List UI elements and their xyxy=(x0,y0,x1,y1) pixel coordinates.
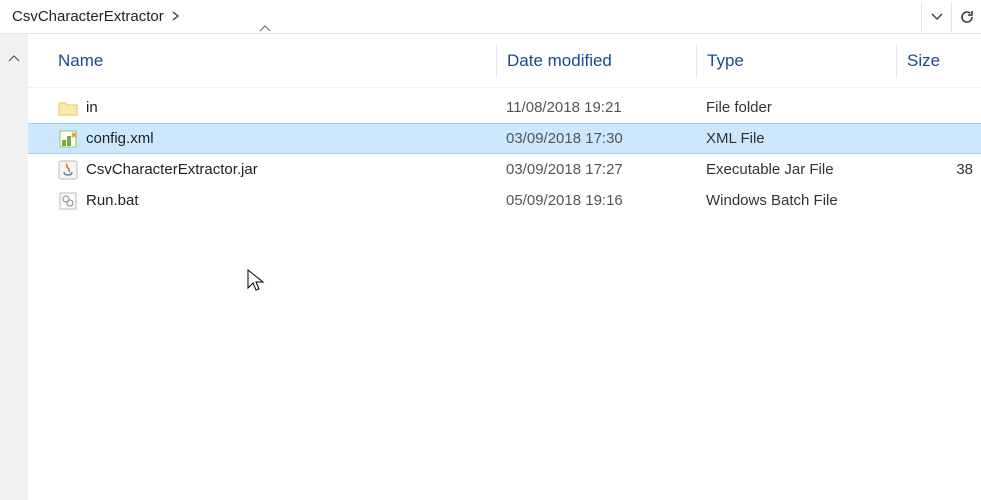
column-headers: Name Date modified Type Size xyxy=(28,34,981,88)
file-name: in xyxy=(86,99,98,116)
xml-icon xyxy=(58,129,78,149)
sort-ascending-icon xyxy=(258,22,272,36)
mouse-cursor-icon xyxy=(246,268,266,294)
file-row-config-xml[interactable]: config.xml 03/09/2018 17:30XML File xyxy=(28,123,981,154)
column-header-date[interactable]: Date modified xyxy=(496,44,696,78)
file-type: XML File xyxy=(696,130,896,147)
caret-up-icon xyxy=(8,54,20,500)
column-header-size[interactable]: Size xyxy=(896,44,981,78)
history-dropdown-button[interactable] xyxy=(921,2,951,32)
file-name: config.xml xyxy=(86,130,154,147)
file-type: Executable Jar File xyxy=(696,161,896,178)
file-name: CsvCharacterExtractor.jar xyxy=(86,161,258,178)
bat-icon xyxy=(58,191,78,211)
address-bar: CsvCharacterExtractor xyxy=(0,0,981,34)
column-header-name[interactable]: Name xyxy=(58,44,496,78)
file-name: Run.bat xyxy=(86,192,139,209)
folder-icon xyxy=(58,98,78,118)
breadcrumb-text: CsvCharacterExtractor xyxy=(12,8,164,25)
refresh-button[interactable] xyxy=(951,2,981,32)
file-date: 03/09/2018 17:30 xyxy=(496,130,696,147)
file-list-pane: Name Date modified Type Size in 11/08/201… xyxy=(28,34,981,500)
jar-icon xyxy=(58,160,78,180)
file-row-csvcharacterextractor-jar[interactable]: CsvCharacterExtractor.jar 03/09/2018 17:2… xyxy=(28,154,981,185)
file-type: File folder xyxy=(696,99,896,116)
breadcrumb-segment[interactable]: CsvCharacterExtractor xyxy=(12,8,180,25)
file-row-run-bat[interactable]: Run.bat 05/09/2018 19:16Windows Batch Fil… xyxy=(28,185,981,216)
breadcrumb[interactable]: CsvCharacterExtractor xyxy=(0,0,921,33)
file-date: 11/08/2018 19:21 xyxy=(496,99,696,116)
chevron-right-icon[interactable] xyxy=(172,9,180,24)
file-date: 03/09/2018 17:27 xyxy=(496,161,696,178)
file-type: Windows Batch File xyxy=(696,192,896,209)
file-row-in[interactable]: in 11/08/2018 19:21File folder xyxy=(28,92,981,123)
file-date: 05/09/2018 19:16 xyxy=(496,192,696,209)
nav-pane-collapsed[interactable] xyxy=(0,34,28,500)
file-size: 38 xyxy=(896,161,981,178)
column-header-type[interactable]: Type xyxy=(696,44,896,78)
